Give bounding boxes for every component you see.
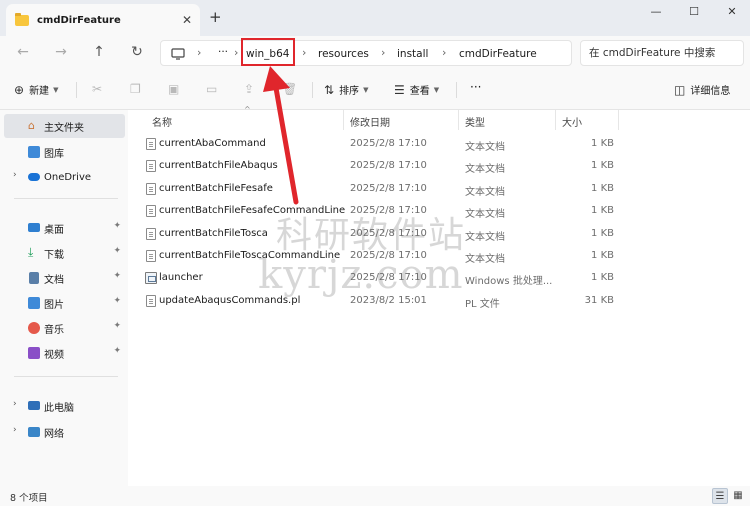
details-view-icon[interactable]: ☰: [712, 488, 728, 504]
item-count: 8 个项目: [10, 493, 48, 504]
tiles-view-icon[interactable]: ▦: [730, 488, 746, 504]
status-bar: 8 个项目 ☰ ▦: [0, 486, 750, 506]
annotation-arrow: [263, 66, 299, 205]
